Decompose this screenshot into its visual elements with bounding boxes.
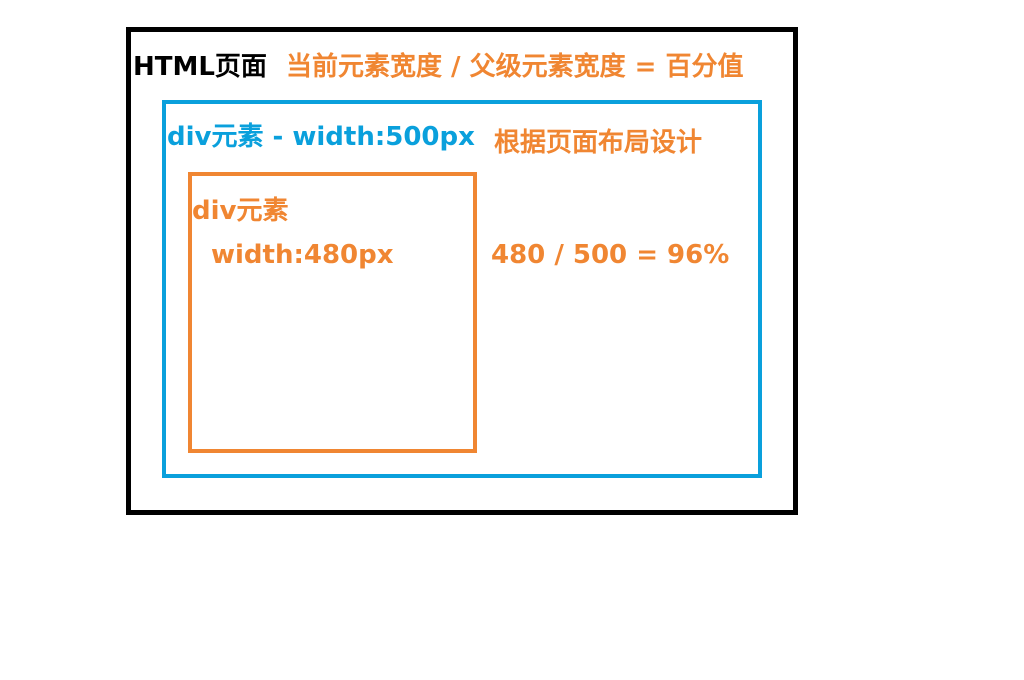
parent-div-label: div元素 - width:500px bbox=[167, 122, 475, 152]
percentage-calculation: 480 / 500 = 96% bbox=[491, 240, 730, 270]
design-note: 根据页面布局设计 bbox=[494, 128, 703, 158]
formula-text: 当前元素宽度 / 父级元素宽度 = 百分值 bbox=[286, 52, 744, 82]
child-div-label: div元素 bbox=[192, 196, 289, 226]
page-label: HTML页面 bbox=[133, 52, 267, 82]
child-width-label: width:480px bbox=[211, 240, 394, 270]
